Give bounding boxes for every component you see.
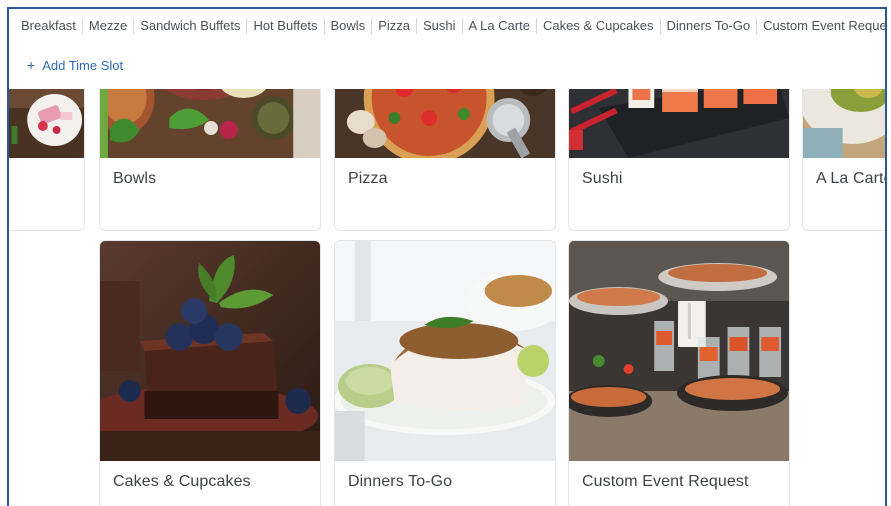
plus-icon: + (27, 57, 36, 73)
category-card-custom-event-request[interactable]: Custom Event Request (568, 240, 790, 506)
tab-hot-buffets[interactable]: Hot Buffets (247, 18, 325, 34)
tab-pizza[interactable]: Pizza (372, 18, 417, 34)
category-label: Bowls (113, 170, 157, 187)
category-tabbar: Breakfast Mezze Sandwich Buffets Hot Buf… (9, 9, 885, 43)
category-label: Dinners To-Go (348, 473, 453, 490)
tab-breakfast[interactable]: Breakfast (15, 18, 83, 34)
tab-a-la-carte[interactable]: A La Carte (463, 18, 537, 34)
category-label: Custom Event Request (582, 473, 749, 490)
add-time-slot-label: Add Time Slot (42, 57, 124, 73)
category-image (335, 241, 555, 461)
category-card-sushi[interactable]: Sushi (568, 67, 790, 231)
category-image (569, 241, 789, 461)
category-card-cakes-cupcakes[interactable]: Cakes & Cupcakes (99, 240, 321, 506)
category-card-bowls[interactable]: Bowls (99, 67, 321, 231)
category-card-a-la-carte[interactable]: A La Carte (802, 67, 887, 231)
category-label: Pizza (348, 170, 388, 187)
app-frame: Bowls Pizza Sushi A La Carte Cakes & Cup… (7, 7, 887, 506)
tab-mezze[interactable]: Mezze (83, 18, 135, 34)
tab-cakes-cupcakes[interactable]: Cakes & Cupcakes (537, 18, 661, 34)
tab-custom-event-request[interactable]: Custom Event Request (757, 18, 885, 34)
category-card-pizza[interactable]: Pizza (334, 67, 556, 231)
category-card-dinners-to-go[interactable]: Dinners To-Go (334, 240, 556, 506)
category-card-sandwich[interactable] (9, 67, 85, 231)
tab-sushi[interactable]: Sushi (417, 18, 463, 34)
tab-dinners-to-go[interactable]: Dinners To-Go (661, 18, 758, 34)
add-time-slot-button[interactable]: + Add Time Slot (27, 55, 124, 75)
category-label: Sushi (582, 170, 623, 187)
category-label: Cakes & Cupcakes (113, 473, 251, 490)
category-image (100, 241, 320, 461)
category-label: A La Carte (816, 170, 887, 187)
tab-bowls[interactable]: Bowls (325, 18, 373, 34)
tab-sandwich-buffets[interactable]: Sandwich Buffets (134, 18, 248, 34)
